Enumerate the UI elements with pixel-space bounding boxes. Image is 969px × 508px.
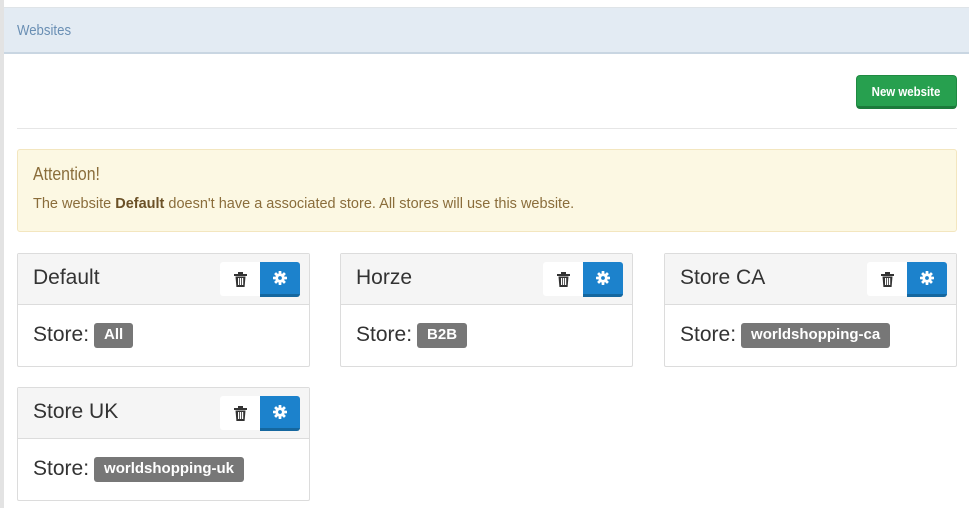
- card-body: Store: B2B: [356, 321, 468, 348]
- alert-message: The website Default doesn't have a assoc…: [33, 196, 574, 212]
- website-card-horze: Horze Store: B2B: [340, 253, 633, 367]
- delete-button[interactable]: [867, 262, 907, 296]
- card-header: Store UK: [18, 388, 309, 439]
- card-actions: [867, 262, 947, 297]
- delete-button[interactable]: [543, 262, 583, 296]
- website-name: Store CA: [680, 266, 766, 289]
- new-website-button[interactable]: New website: [856, 75, 957, 109]
- settings-button[interactable]: [260, 396, 300, 431]
- card-header: Default: [18, 254, 309, 305]
- store-label: Store:: [33, 322, 90, 346]
- store-badge: worldshopping-ca: [741, 323, 891, 348]
- gear-icon: [273, 271, 287, 285]
- store-badge: worldshopping-uk: [94, 457, 245, 482]
- card-body: Store: worldshopping-ca: [680, 321, 891, 348]
- website-card-store-ca: Store CA Store: worldshopping-ca: [664, 253, 957, 367]
- trash-icon: [880, 271, 894, 287]
- store-badge: B2B: [417, 323, 468, 348]
- website-name: Horze: [356, 266, 413, 289]
- page-title: Websites: [17, 22, 72, 39]
- top-strip: [4, 0, 969, 8]
- section-header: Websites: [4, 8, 969, 54]
- divider: [17, 128, 957, 129]
- delete-button[interactable]: [220, 262, 260, 296]
- gear-icon: [273, 405, 287, 419]
- alert-text-after: doesn't have a associated store. All sto…: [164, 196, 575, 212]
- settings-button[interactable]: [583, 262, 623, 297]
- settings-button[interactable]: [907, 262, 947, 297]
- attention-alert: Attention! The website Default doesn't h…: [17, 149, 957, 232]
- website-card-store-uk: Store UK Store: worldshopping-uk: [17, 387, 310, 501]
- store-label: Store:: [33, 456, 90, 480]
- store-badge: All: [94, 323, 134, 348]
- website-card-default: Default Store: All: [17, 253, 310, 367]
- left-border: [0, 0, 4, 508]
- gear-icon: [596, 271, 610, 285]
- website-name: Default: [33, 266, 100, 289]
- alert-highlight: Default: [115, 196, 165, 212]
- alert-text-before: The website: [33, 196, 116, 212]
- card-header: Horze: [341, 254, 632, 305]
- store-label: Store:: [680, 322, 737, 346]
- card-body: Store: worldshopping-uk: [33, 455, 245, 482]
- gear-icon: [920, 271, 934, 285]
- trash-icon: [233, 405, 247, 421]
- card-actions: [220, 396, 300, 431]
- delete-button[interactable]: [220, 396, 260, 430]
- card-body: Store: All: [33, 321, 134, 348]
- card-actions: [220, 262, 300, 297]
- card-actions: [543, 262, 623, 297]
- store-label: Store:: [356, 322, 413, 346]
- trash-icon: [233, 271, 247, 287]
- alert-title: Attention!: [33, 164, 100, 184]
- new-website-button-label: New website: [872, 83, 941, 99]
- trash-icon: [556, 271, 570, 287]
- card-header: Store CA: [665, 254, 956, 305]
- website-name: Store UK: [33, 400, 119, 423]
- settings-button[interactable]: [260, 262, 300, 297]
